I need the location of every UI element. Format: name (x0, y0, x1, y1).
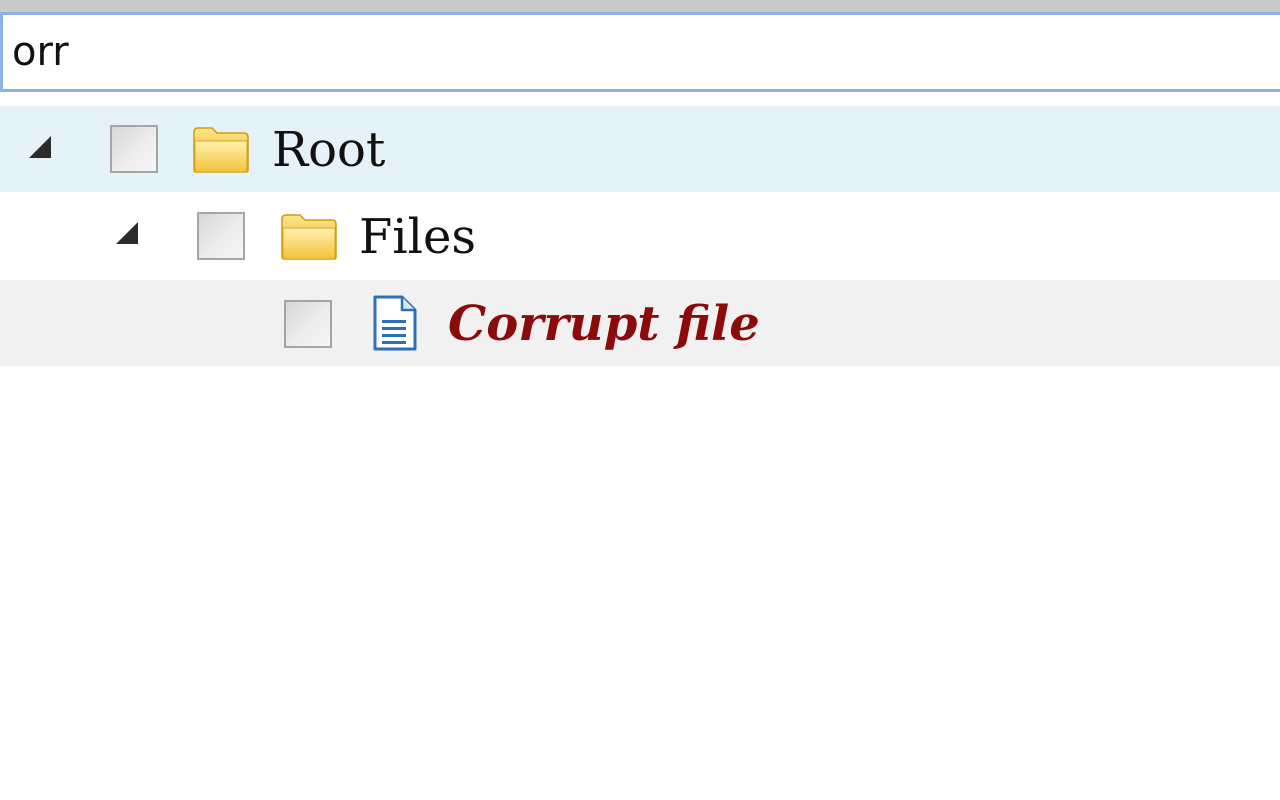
search-box[interactable] (0, 12, 1280, 92)
expand-arrow-icon[interactable] (116, 222, 138, 244)
tree-node-root[interactable]: Root (0, 106, 1280, 192)
folder-icon (281, 214, 337, 260)
tree-node-checkbox[interactable] (284, 300, 332, 348)
tree-node-files[interactable]: Files (0, 192, 1280, 280)
folder-icon (193, 127, 249, 173)
tree-node-checkbox[interactable] (110, 125, 158, 173)
tree-node-label[interactable]: Root (272, 126, 385, 174)
tree-node-label[interactable]: Files (359, 213, 476, 261)
document-icon (373, 295, 417, 351)
tree-node-corrupt-file[interactable]: Corrupt file (0, 280, 1280, 366)
window-top-strip (0, 0, 1280, 12)
tree-node-label[interactable]: Corrupt file (448, 300, 760, 348)
expand-arrow-icon[interactable] (29, 136, 51, 158)
file-tree: Root Files Corrupt file (0, 106, 1280, 366)
search-input[interactable] (3, 15, 1280, 89)
tree-node-checkbox[interactable] (197, 212, 245, 260)
